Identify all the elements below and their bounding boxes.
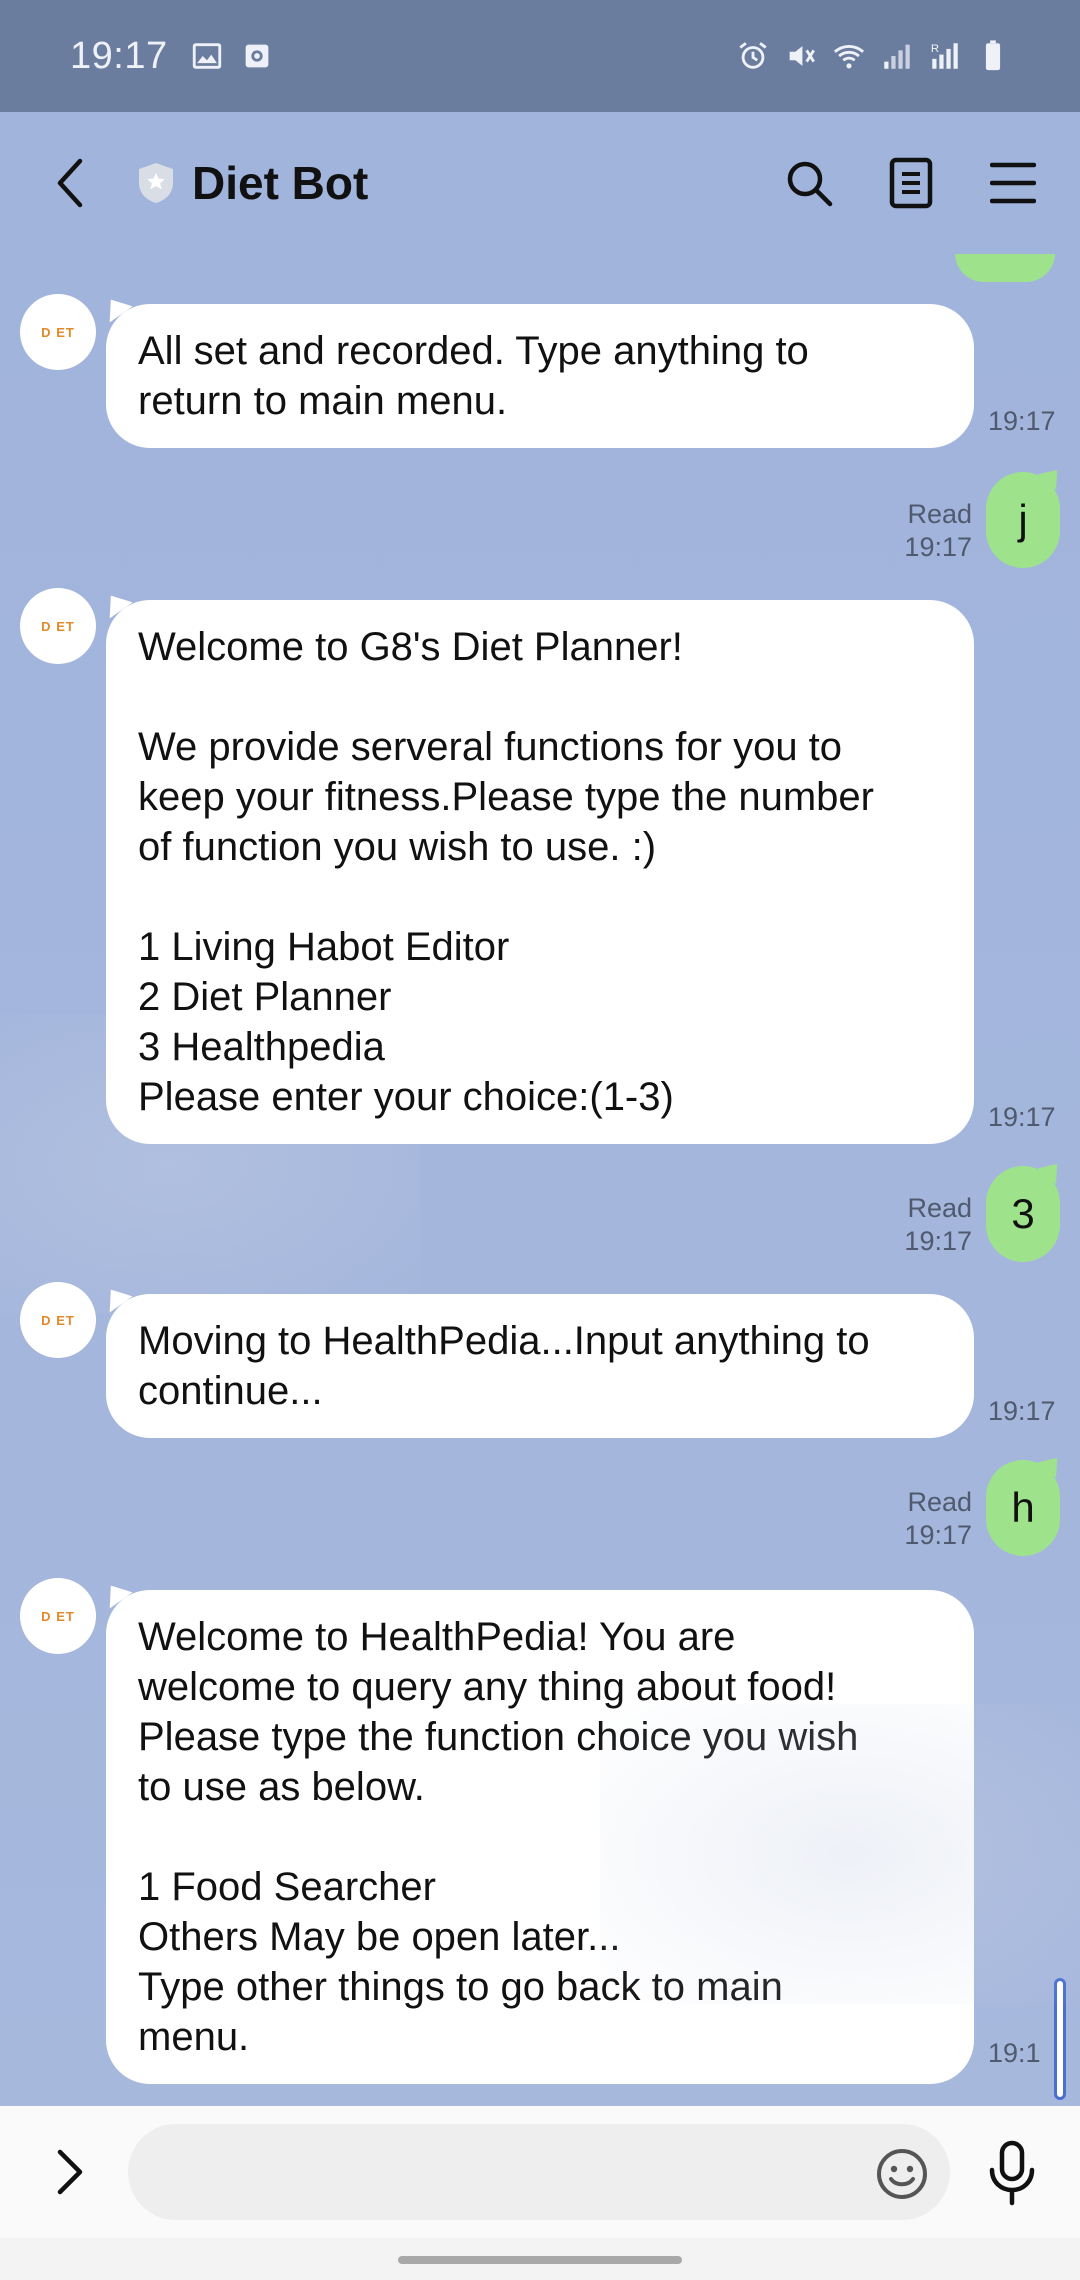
chevron-right-icon [57,2149,83,2195]
message-time: 19:17 [904,1226,972,1256]
bot-logo: D ET [41,1312,75,1328]
emoji-icon [877,2149,927,2199]
voice-input-button[interactable] [984,2140,1040,2206]
home-gesture-bar[interactable] [398,2256,682,2264]
hamburger-menu-icon [990,162,1036,204]
read-status: Read [907,499,972,529]
incoming-message[interactable]: Moving to HealthPedia...Input anything t… [106,1294,974,1438]
search-button[interactable] [782,156,836,210]
bot-avatar[interactable]: D ET [20,588,96,664]
chat-messages[interactable]: D ET All set and recorded. Type anything… [0,254,1080,2106]
outgoing-message[interactable]: j [986,472,1060,568]
incoming-message[interactable]: Welcome to G8's Diet Planner! We provide… [106,600,974,1144]
read-status: Read [907,1487,972,1517]
chat-header: Diet Bot [0,112,1080,254]
bot-logo: D ET [41,618,75,634]
notes-icon [889,157,933,209]
mute-icon [789,46,815,66]
emoji-button[interactable] [874,2146,930,2202]
screen-record-icon [245,44,268,68]
outgoing-message-row: Read 19:17 j [904,472,1060,568]
message-time: 19:17 [904,532,972,562]
outgoing-message-row: Read 19:17 3 [904,1166,1060,1262]
chat-title: Diet Bot [192,157,369,209]
chevron-left-icon [57,158,83,208]
message-time: 19:17 [904,1520,972,1550]
incoming-message[interactable]: Welcome to HealthPedia! You are welcome … [106,1590,974,2084]
message-time: 19:17 [988,1396,1056,1426]
back-button[interactable] [42,155,98,211]
microphone-icon [989,2140,1035,2206]
message-time: 19:17 [988,406,1056,436]
message-time: 19:1 [988,2038,1041,2068]
bot-avatar[interactable]: D ET [20,1282,96,1358]
expand-menu-button[interactable] [40,2142,100,2202]
bot-avatar[interactable]: D ET [20,1578,96,1654]
outgoing-message-row: Read 19:17 h [904,1460,1060,1556]
alarm-icon [739,42,767,69]
incoming-message[interactable]: All set and recorded. Type anything to r… [106,304,974,448]
official-shield-icon [139,163,173,203]
chat-scrollbar[interactable] [1054,1978,1066,2100]
signal-icon [884,44,910,69]
read-status: Read [907,1193,972,1223]
outgoing-message[interactable]: 3 [986,1166,1060,1262]
status-bar: 19:17 R [0,0,1080,112]
svg-text:R: R [931,43,939,55]
message-time: 19:17 [988,1102,1056,1132]
system-navigation-bar [0,2238,1080,2280]
battery-icon [985,40,1001,71]
signal-roaming-icon: R [931,43,958,69]
notes-button[interactable] [884,156,938,210]
gallery-icon [192,43,221,69]
partial-outgoing-bubble [955,254,1055,282]
bot-avatar[interactable]: D ET [20,294,96,370]
bot-logo: D ET [41,324,75,340]
menu-button[interactable] [986,156,1040,210]
status-time: 19:17 [70,34,168,77]
wifi-icon [833,45,865,69]
outgoing-message[interactable]: h [986,1460,1060,1556]
message-input[interactable] [128,2124,950,2220]
bot-logo: D ET [41,1608,75,1624]
search-icon [787,161,833,207]
